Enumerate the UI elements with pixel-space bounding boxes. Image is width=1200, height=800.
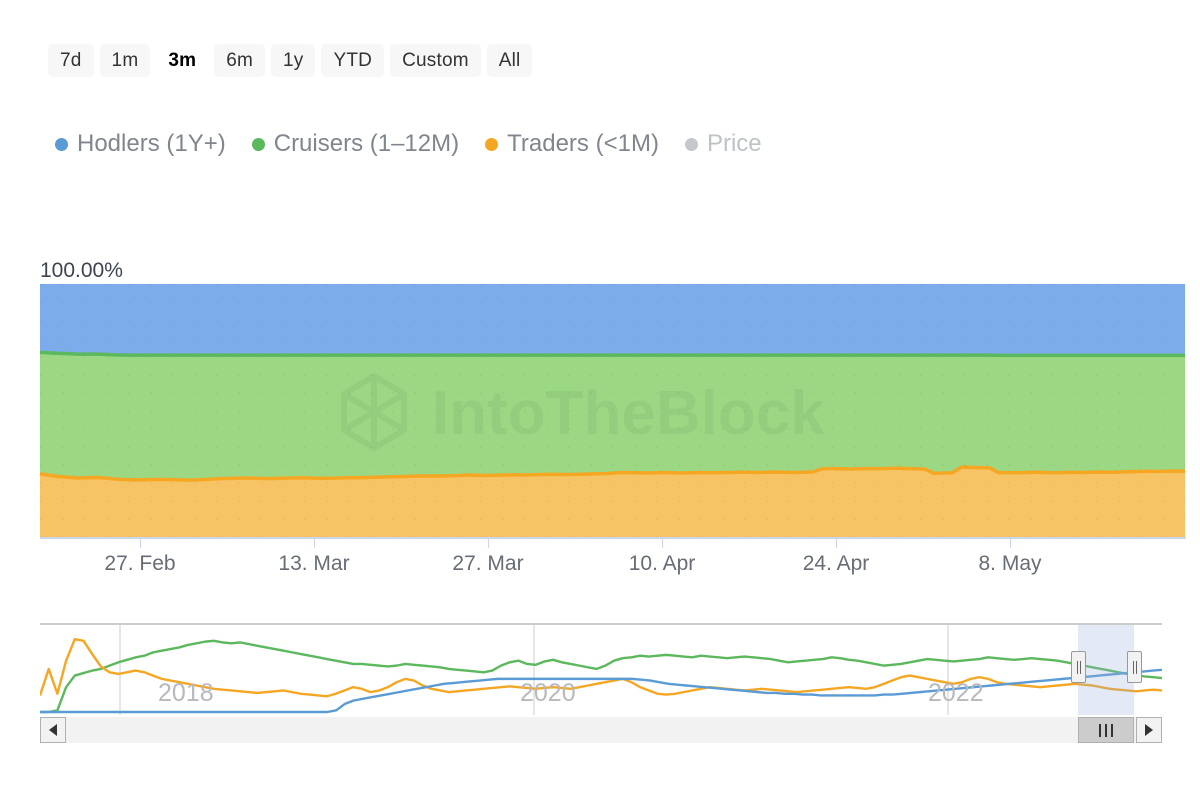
triangle-left-icon bbox=[49, 724, 57, 736]
legend-item-label: Cruisers (1–12M) bbox=[273, 130, 460, 157]
handle-grip-icon bbox=[1079, 660, 1081, 674]
legend-color-dot-icon bbox=[684, 137, 698, 151]
x-axis-label: 13. Mar bbox=[278, 552, 350, 575]
plot-area[interactable]: IntoTheBlock bbox=[40, 284, 1185, 537]
scrollbar-right-arrow-button[interactable] bbox=[1136, 717, 1162, 743]
x-axis-label: 27. Mar bbox=[452, 552, 524, 575]
x-axis-tick bbox=[1010, 539, 1011, 548]
x-axis-tick bbox=[662, 539, 663, 548]
watermark-text: IntoTheBlock bbox=[432, 379, 825, 448]
legend-item-2[interactable]: Traders (<1M) bbox=[485, 132, 659, 156]
navigator-selected-range[interactable] bbox=[1078, 625, 1134, 715]
handle-grip-icon bbox=[1135, 660, 1137, 674]
legend-item-label: Price bbox=[706, 130, 762, 157]
handle-grip-icon bbox=[1132, 660, 1134, 674]
range-button-3m[interactable]: 3m bbox=[156, 44, 209, 77]
main-chart: 100.00% 50.00% 0.00% IntoTheBlock 27. Fe… bbox=[0, 255, 1200, 574]
navigator-year-label: 2020 bbox=[520, 679, 576, 707]
legend-color-dot-icon bbox=[485, 137, 499, 151]
grip-icon bbox=[1111, 723, 1113, 737]
x-axis-tick bbox=[314, 539, 315, 548]
x-axis-label: 24. Apr bbox=[802, 552, 870, 575]
range-selector: 7d 1m 3m 6m 1y YTD Custom All bbox=[48, 44, 533, 77]
x-axis-label: 10. Apr bbox=[628, 552, 696, 575]
x-axis-label: 8. May bbox=[978, 552, 1042, 575]
scrollbar-thumb[interactable] bbox=[1078, 717, 1134, 743]
legend-color-dot-icon bbox=[55, 137, 68, 151]
range-button-custom[interactable]: Custom bbox=[390, 44, 481, 77]
range-button-ytd[interactable]: YTD bbox=[321, 44, 385, 77]
navigator-year-label: 2018 bbox=[158, 679, 214, 707]
handle-grip-icon bbox=[1076, 660, 1078, 674]
range-button-1y[interactable]: 1y bbox=[271, 44, 316, 77]
legend-item-label: Traders (<1M) bbox=[507, 130, 659, 157]
chart-navigator[interactable]: 2018 2020 2022 bbox=[40, 623, 1162, 743]
navigator-handle-right[interactable] bbox=[1127, 651, 1142, 683]
range-button-1m[interactable]: 1m bbox=[99, 44, 151, 77]
range-button-all[interactable]: All bbox=[486, 44, 533, 77]
scrollbar-track[interactable] bbox=[40, 717, 1162, 743]
range-button-6m[interactable]: 6m bbox=[214, 44, 266, 77]
legend-item-3[interactable]: Price bbox=[684, 130, 762, 157]
x-axis-tick bbox=[140, 539, 141, 548]
triangle-right-icon bbox=[1145, 724, 1153, 736]
y-axis-label-100: 100.00% bbox=[40, 259, 123, 282]
range-button-7d[interactable]: 7d bbox=[48, 44, 94, 77]
chart-legend: Hodlers (1Y+) Cruisers (1–12M) Traders (<1… bbox=[55, 132, 788, 156]
grip-icon bbox=[1099, 723, 1101, 737]
legend-item-label: Hodlers (1Y+) bbox=[77, 130, 226, 157]
legend-color-dot-icon bbox=[251, 137, 265, 151]
navigator-handle-left[interactable] bbox=[1071, 651, 1086, 683]
x-axis-tick bbox=[836, 539, 837, 548]
scrollbar-left-arrow-button[interactable] bbox=[40, 717, 66, 743]
x-axis-line bbox=[40, 537, 1186, 539]
navigator-scrollbar[interactable] bbox=[40, 717, 1162, 743]
grip-icon bbox=[1105, 723, 1107, 737]
legend-item-1[interactable]: Cruisers (1–12M) bbox=[251, 130, 460, 157]
legend-item-0[interactable]: Hodlers (1Y+) bbox=[55, 132, 226, 156]
x-axis-label: 27. Feb bbox=[104, 552, 176, 575]
navigator-year-label: 2022 bbox=[928, 679, 984, 707]
stacked-area-svg: IntoTheBlock bbox=[40, 284, 1185, 537]
x-axis-tick bbox=[488, 539, 489, 548]
